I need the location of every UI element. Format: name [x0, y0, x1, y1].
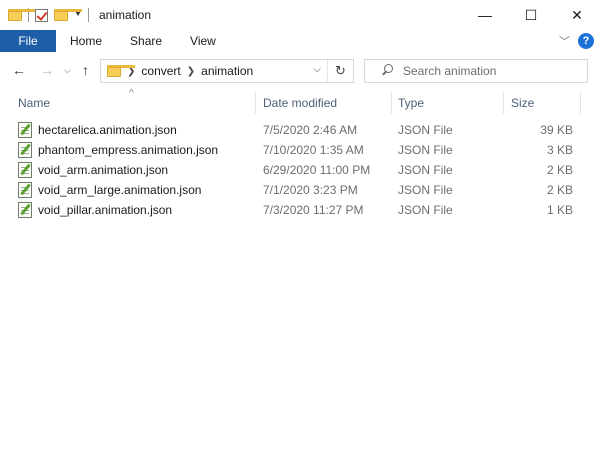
breadcrumb-item[interactable]: animation	[201, 64, 253, 78]
search-placeholder: Search animation	[403, 64, 497, 78]
file-row[interactable]: void_arm_large.animation.json 7/1/2020 3…	[0, 180, 600, 200]
file-size: 2 KB	[546, 183, 573, 197]
column-headers: ^ Name Date modified Type Size	[0, 88, 600, 116]
file-date: 6/29/2020 11:00 PM	[263, 163, 371, 177]
window-title: animation	[99, 8, 152, 22]
sort-ascending-icon: ^	[129, 88, 134, 99]
json-file-icon	[18, 202, 32, 218]
window-controls: — ☐ ✕	[462, 0, 600, 30]
properties-icon[interactable]	[35, 8, 48, 22]
breadcrumb-chevron-icon[interactable]: ❯	[187, 66, 195, 77]
column-divider[interactable]	[255, 92, 256, 114]
expand-ribbon-icon[interactable]: ﹀	[559, 33, 570, 49]
file-row[interactable]: phantom_empress.animation.json 7/10/2020…	[0, 140, 600, 160]
address-bar[interactable]: ❯ convert ❯ animation ⌵ ↻	[100, 59, 354, 83]
search-input[interactable]: Search animation	[364, 59, 588, 83]
close-button[interactable]: ✕	[554, 0, 600, 30]
column-header-type[interactable]: Type	[398, 96, 424, 110]
help-icon[interactable]: ?	[578, 33, 594, 49]
back-arrow-icon[interactable]: ←	[12, 62, 26, 78]
up-arrow-icon[interactable]: ↑	[82, 62, 89, 78]
file-name: void_arm_large.animation.json	[38, 183, 202, 197]
new-folder-icon[interactable]	[54, 9, 82, 21]
address-dropdown-icon[interactable]: ⌵	[313, 64, 321, 75]
file-date: 7/3/2020 11:27 PM	[263, 203, 364, 217]
file-name: phantom_empress.animation.json	[38, 143, 219, 157]
minimize-button[interactable]: —	[462, 0, 508, 30]
file-size: 2 KB	[546, 163, 573, 177]
file-list: hectarelica.animation.json 7/5/2020 2:46…	[0, 120, 600, 220]
tab-share[interactable]: Share	[116, 30, 176, 52]
column-divider[interactable]	[503, 92, 504, 114]
recent-locations-chevron-icon[interactable]: ⌵	[64, 65, 71, 76]
ribbon-right: ﹀ ?	[559, 32, 594, 50]
refresh-icon[interactable]: ↻	[327, 60, 353, 82]
search-icon	[379, 63, 395, 79]
navigation-bar: ← → ⌵ ↑ ❯ convert ❯ animation ⌵ ↻ Search…	[0, 54, 600, 88]
tab-view[interactable]: View	[176, 30, 230, 52]
file-size: 39 KB	[540, 123, 573, 137]
file-row[interactable]: void_pillar.animation.json 7/3/2020 11:2…	[0, 200, 600, 220]
tab-file[interactable]: File	[0, 30, 56, 52]
file-date: 7/10/2020 1:35 AM	[263, 143, 364, 157]
json-file-icon	[18, 142, 32, 158]
file-type: JSON File	[398, 143, 453, 157]
file-size: 1 KB	[546, 203, 573, 217]
ribbon: File Home Share View ﹀ ?	[0, 30, 600, 52]
tab-home[interactable]: Home	[56, 30, 116, 52]
column-header-date[interactable]: Date modified	[263, 96, 337, 110]
json-file-icon	[18, 122, 32, 138]
divider	[88, 8, 89, 22]
file-row[interactable]: void_arm.animation.json 6/29/2020 11:00 …	[0, 160, 600, 180]
file-type: JSON File	[398, 183, 453, 197]
file-date: 7/1/2020 3:23 PM	[263, 183, 358, 197]
file-type: JSON File	[398, 163, 453, 177]
title-bar: ⯆ animation — ☐ ✕	[0, 0, 600, 30]
forward-arrow-icon[interactable]: →	[40, 62, 54, 78]
file-type: JSON File	[398, 203, 453, 217]
column-header-name[interactable]: Name	[18, 96, 50, 110]
folder-icon	[107, 65, 135, 77]
file-size: 3 KB	[546, 143, 573, 157]
json-file-icon	[18, 182, 32, 198]
file-name: void_pillar.animation.json	[38, 203, 173, 217]
json-file-icon	[18, 162, 32, 178]
file-type: JSON File	[398, 123, 453, 137]
file-name: hectarelica.animation.json	[38, 123, 177, 137]
quick-access-toolbar: ⯆ animation	[0, 0, 151, 30]
folder-icon	[8, 9, 36, 21]
file-date: 7/5/2020 2:46 AM	[263, 123, 358, 137]
column-divider[interactable]	[580, 92, 581, 114]
file-name: void_arm.animation.json	[38, 163, 169, 177]
maximize-button[interactable]: ☐	[508, 0, 554, 30]
file-row[interactable]: hectarelica.animation.json 7/5/2020 2:46…	[0, 120, 600, 140]
breadcrumb-item[interactable]: convert	[141, 64, 180, 78]
column-header-size[interactable]: Size	[511, 96, 534, 110]
column-divider[interactable]	[391, 92, 392, 114]
